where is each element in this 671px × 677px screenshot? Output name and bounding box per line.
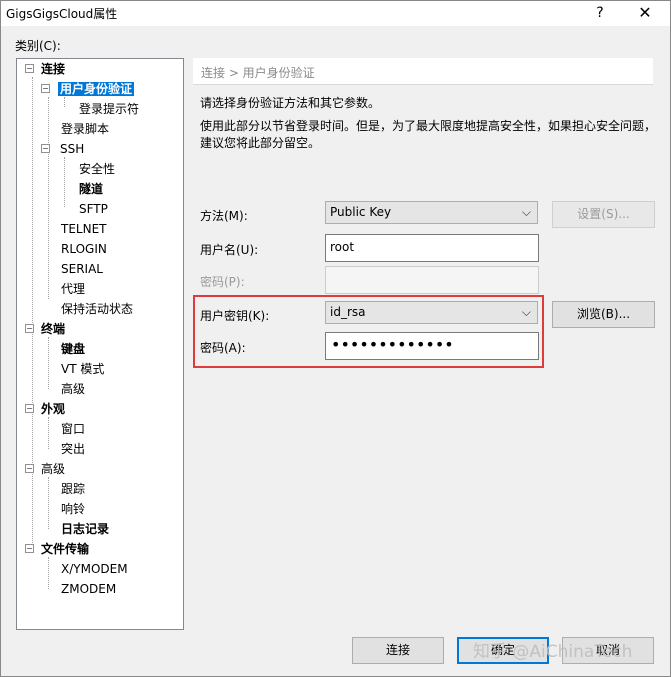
collapse-icon[interactable]: − [25,464,34,473]
tree-item-telnet[interactable]: TELNET [59,219,109,239]
tree-item-ssh[interactable]: − SSH [41,139,86,159]
tree-line [48,97,49,299]
tree-item-appearance[interactable]: − 外观 [25,399,67,419]
tree-item-login-script[interactable]: 登录脚本 [59,119,111,139]
breadcrumb: 连接 > 用户身份验证 [193,58,653,85]
tree-item-keyboard[interactable]: 键盘 [59,339,87,359]
tree-item-keep-alive[interactable]: 保持活动状态 [59,299,135,319]
tree-item-zmodem[interactable]: ZMODEM [59,579,118,599]
connect-button[interactable]: 连接 [352,637,444,664]
tree-item-sftp[interactable]: SFTP [77,199,110,219]
category-label: 类别(C): [15,39,61,53]
tree-item-rlogin[interactable]: RLOGIN [59,239,109,259]
collapse-icon[interactable]: − [25,324,34,333]
passphrase-input[interactable]: ••••••••••••• [325,332,539,360]
tree-item-file-transfer[interactable]: − 文件传输 [25,539,91,559]
collapse-icon[interactable]: − [25,404,34,413]
breadcrumb-text: 连接 > 用户身份验证 [201,66,315,80]
description-line: 请选择身份验证方法和其它参数。 [200,96,381,110]
tree-item-connection[interactable]: − 连接 [25,59,67,79]
tree-item-vt-mode[interactable]: VT 模式 [59,359,106,379]
tree-line [64,157,65,207]
tree-item-terminal[interactable]: − 终端 [25,319,67,339]
chevron-down-icon: ⌵ [521,305,531,319]
tree-line [48,337,49,389]
password-input[interactable] [325,266,539,294]
username-input[interactable]: root [325,234,539,262]
collapse-icon[interactable]: − [25,64,34,73]
tree-item-proxy[interactable]: 代理 [59,279,87,299]
userkey-label: 用户密钥(K): [200,309,270,323]
title-bar: GigsGigsCloud属性 ? ✕ [0,0,671,26]
tree-item-trace[interactable]: 跟踪 [59,479,87,499]
settings-button[interactable]: 设置(S)... [552,201,655,228]
tree-item-highlight[interactable]: 突出 [59,439,87,459]
username-value: root [330,240,355,254]
userkey-select[interactable]: id_rsa ⌵ [325,301,538,324]
password-label: 密码(P): [200,275,245,289]
method-label: 方法(M): [200,209,248,223]
tree-item-login-prompts[interactable]: 登录提示符 [77,99,141,119]
collapse-icon[interactable]: − [25,544,34,553]
description-line: 建议您将此部分留空。 [200,136,321,150]
tree-item-xymodem[interactable]: X/YMODEM [59,559,130,579]
category-tree[interactable]: − 连接 − 用户身份验证 登录提示符 登录脚本 − SSH 安全性 隧道 SF… [16,58,184,630]
tree-item-bell[interactable]: 响铃 [59,499,87,519]
tree-item-window[interactable]: 窗口 [59,419,87,439]
collapse-icon[interactable]: − [41,84,50,93]
tree-item-tunnel[interactable]: 隧道 [77,179,105,199]
passphrase-value: ••••••••••••• [331,335,454,354]
chevron-down-icon: ⌵ [521,205,531,219]
close-icon[interactable]: ✕ [633,2,657,24]
tree-item-terminal-advanced[interactable]: 高级 [59,379,87,399]
window-title: GigsGigsCloud属性 [6,7,118,21]
tree-item-advanced[interactable]: − 高级 [25,459,67,479]
username-label: 用户名(U): [200,243,259,257]
tree-item-logging[interactable]: 日志记录 [59,519,111,539]
tree-item-security[interactable]: 安全性 [77,159,117,179]
help-icon[interactable]: ? [590,3,610,23]
method-select[interactable]: Public Key ⌵ [325,201,538,224]
passphrase-label: 密码(A): [200,341,246,355]
method-value: Public Key [330,205,392,219]
tree-line [48,557,49,589]
userkey-value: id_rsa [330,305,366,319]
watermark-text: 知乎 @AiChinaTech [473,642,633,662]
tree-item-user-auth[interactable]: − 用户身份验证 [41,79,135,99]
collapse-icon[interactable]: − [41,144,50,153]
tree-item-serial[interactable]: SERIAL [59,259,105,279]
tree-line [48,417,49,449]
browse-button[interactable]: 浏览(B)... [552,301,655,328]
tree-line [48,477,49,529]
description-line: 使用此部分以节省登录时间。但是，为了最大限度地提高安全性，如果担心安全问题， [200,119,657,133]
